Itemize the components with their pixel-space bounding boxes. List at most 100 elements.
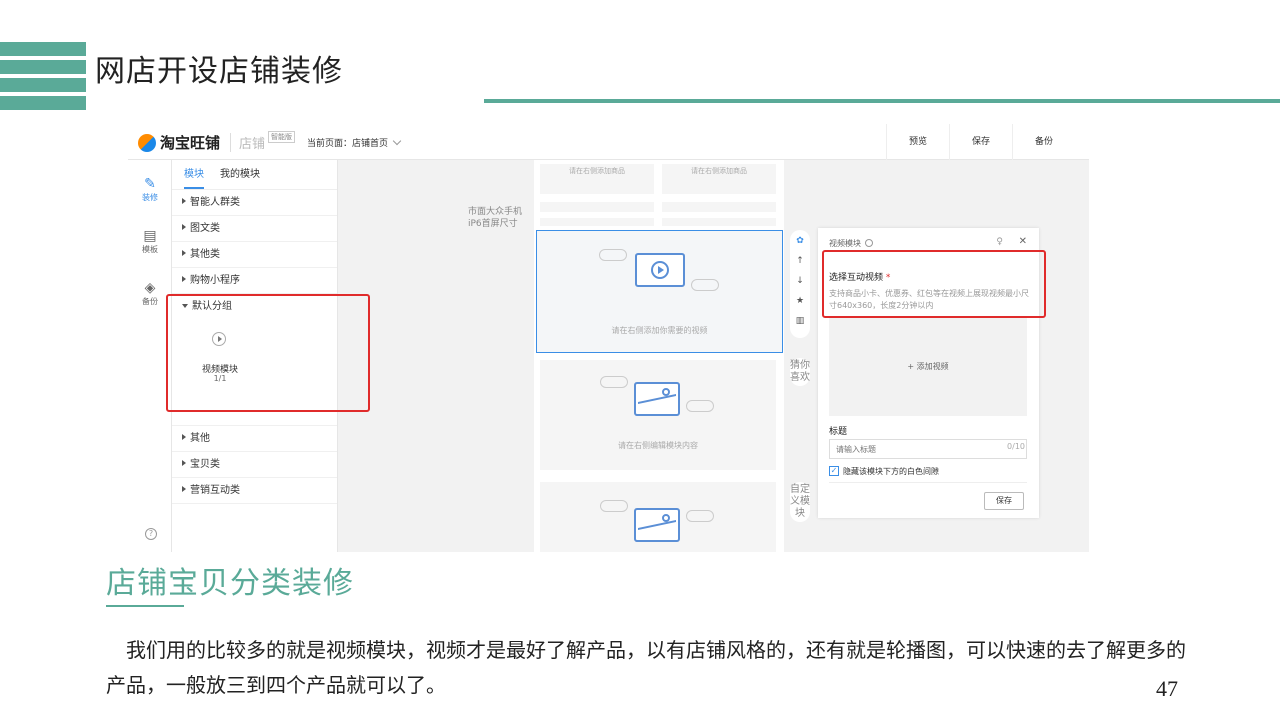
- category-item[interactable]: 其他类: [172, 242, 337, 268]
- goods-slot[interactable]: 请在右侧添加商品: [540, 164, 654, 194]
- section-underline: [106, 605, 184, 607]
- tab-modules[interactable]: 模块: [184, 160, 204, 189]
- editor-topbar: 淘宝旺铺 店铺 智能版 当前页面：店铺首页 预览 保存 备份: [128, 124, 1089, 160]
- deco-bar: [0, 96, 86, 110]
- side-tab-guess-you-like[interactable]: 猜你喜欢: [790, 358, 810, 386]
- image-placeholder-icon: [634, 508, 680, 542]
- cloud-icon: [600, 376, 628, 388]
- goods-slot: [540, 218, 654, 226]
- header-decoration-bars: [0, 42, 86, 112]
- screen-note-line-1: 市面大众手机: [468, 207, 523, 217]
- layers-icon: ◈: [144, 280, 156, 296]
- module-toolbar: ✿ ↑ ↓ ★ ▥: [790, 230, 810, 338]
- brand-sub: 店铺: [230, 133, 265, 152]
- category-item[interactable]: 图文类: [172, 216, 337, 242]
- iconbar-template-label: 模板: [142, 245, 158, 254]
- iconbar-template[interactable]: ▤ 模板: [128, 228, 172, 255]
- template-icon: ▤: [143, 228, 157, 244]
- current-page-selector[interactable]: 当前页面：店铺首页: [307, 136, 402, 149]
- cloud-icon: [691, 279, 719, 291]
- title-underline: [484, 99, 1280, 103]
- edit-placeholder-text: 请在右侧编辑模块内容: [618, 441, 698, 450]
- category-label: 智能人群类: [190, 197, 240, 208]
- taobao-logo-icon: [138, 133, 156, 152]
- backup-button[interactable]: 备份: [1012, 124, 1075, 160]
- title-input[interactable]: [829, 439, 1027, 459]
- top-actions: 预览 保存 备份: [886, 124, 1075, 160]
- section-title: 店铺宝贝分类装修: [106, 566, 354, 601]
- iconbar-decorate-label: 装修: [142, 193, 158, 202]
- hide-gap-label: 隐藏该模块下方的白色间隙: [843, 467, 939, 476]
- title-char-count: 0/10: [1007, 442, 1025, 451]
- caret-right-icon: [182, 460, 186, 466]
- image-module[interactable]: 请在右侧编辑模块内容: [540, 360, 776, 470]
- cloud-icon: [686, 510, 714, 522]
- deco-bar: [0, 42, 86, 56]
- caret-right-icon: [182, 434, 186, 440]
- highlight-select-video: [822, 250, 1046, 318]
- trash-icon[interactable]: ▥: [790, 316, 810, 326]
- current-page-label: 当前页面：店铺首页: [307, 139, 389, 149]
- chevron-down-icon: [392, 136, 402, 146]
- caret-right-icon: [182, 486, 186, 492]
- goods-slot-text: 请在右侧添加商品: [569, 167, 625, 175]
- iconbar-decorate[interactable]: ✎ 装修: [128, 176, 172, 203]
- category-label: 图文类: [190, 223, 220, 234]
- highlight-video-module: [166, 294, 370, 412]
- goods-slot: [662, 218, 776, 226]
- deco-bar: [0, 60, 86, 74]
- brand-logo[interactable]: 淘宝旺铺 店铺 智能版 当前页面：店铺首页: [138, 130, 402, 153]
- category-item[interactable]: 智能人群类: [172, 190, 337, 216]
- bulb-icon[interactable]: ♀: [996, 237, 1003, 247]
- close-icon[interactable]: ✕: [1019, 236, 1027, 247]
- slide-title: 网店开设店铺装修: [95, 54, 343, 89]
- caret-right-icon: [182, 224, 186, 230]
- iconbar-backup-label: 备份: [142, 297, 158, 306]
- side-tab-custom-module[interactable]: 自定义模块: [790, 482, 810, 522]
- hide-gap-checkbox[interactable]: ✓: [829, 466, 839, 476]
- arrow-up-icon[interactable]: ↑: [790, 256, 810, 266]
- goods-slot: [662, 202, 776, 212]
- info-icon[interactable]: [865, 239, 873, 247]
- category-label: 营销互动类: [190, 485, 240, 496]
- brush-icon: ✎: [144, 176, 156, 192]
- caret-right-icon: [182, 198, 186, 204]
- cloud-icon: [686, 400, 714, 412]
- version-badge: 智能版: [268, 130, 296, 143]
- video-placeholder-icon: [635, 253, 685, 287]
- panel-title: 视频模块: [829, 239, 861, 248]
- first-screen-note: 市面大众手机 iP6首屏尺寸: [468, 206, 522, 230]
- category-label: 其他: [190, 433, 210, 444]
- save-button[interactable]: 保存: [949, 124, 1012, 160]
- caret-right-icon: [182, 276, 186, 282]
- cloud-icon: [599, 249, 627, 261]
- category-item[interactable]: 营销互动类: [172, 478, 337, 504]
- gear-icon[interactable]: ✿: [790, 236, 810, 246]
- arrow-down-icon[interactable]: ↓: [790, 276, 810, 286]
- video-placeholder-text: 请在右侧添加你需要的视频: [611, 326, 708, 335]
- star-icon[interactable]: ★: [790, 296, 810, 306]
- help-icon[interactable]: ?: [145, 528, 157, 540]
- panel-header: 视频模块 ♀ ✕: [829, 236, 1029, 249]
- preview-button[interactable]: 预览: [886, 124, 949, 160]
- module-tabs: 模块 我的模块: [172, 160, 337, 190]
- video-module-selected[interactable]: 请在右侧添加你需要的视频: [536, 230, 783, 353]
- category-label: 其他类: [190, 249, 220, 260]
- category-label: 购物小程序: [190, 275, 240, 286]
- screen-note-line-2: iP6首屏尺寸: [468, 219, 518, 229]
- tab-my-modules[interactable]: 我的模块: [220, 160, 260, 189]
- panel-save-button[interactable]: 保存: [984, 492, 1024, 510]
- category-item[interactable]: 其他: [172, 426, 337, 452]
- page-canvas: 请在右侧添加商品 请在右侧添加商品 请在右侧编辑模块内容: [534, 160, 784, 552]
- caret-right-icon: [182, 250, 186, 256]
- category-label: 宝贝类: [190, 459, 220, 470]
- goods-slot[interactable]: 请在右侧添加商品: [662, 164, 776, 194]
- title-label: 标题: [829, 427, 848, 437]
- image-module[interactable]: [540, 482, 776, 552]
- add-video-button[interactable]: + 添加视频: [829, 318, 1027, 416]
- category-item[interactable]: 宝贝类: [172, 452, 337, 478]
- image-placeholder-icon: [634, 382, 680, 416]
- deco-bar: [0, 78, 86, 92]
- category-item[interactable]: 购物小程序: [172, 268, 337, 294]
- page-number: 47: [1156, 676, 1178, 701]
